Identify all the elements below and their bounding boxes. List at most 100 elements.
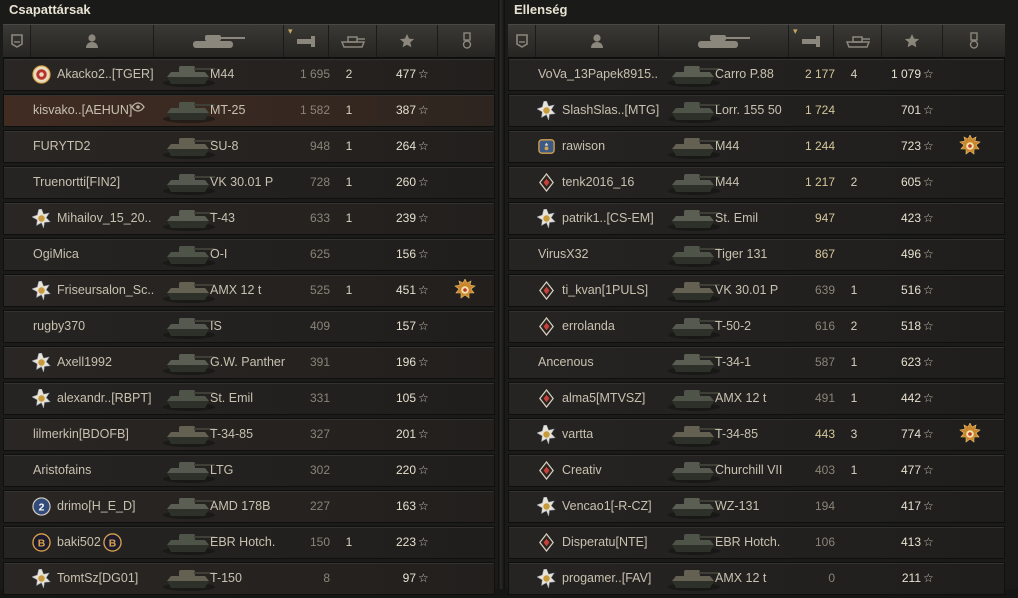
player-name[interactable]: tenk2016_16 (562, 167, 634, 198)
player-name[interactable]: rawison (562, 131, 605, 162)
player-name[interactable]: Mihailov_15_20.. (57, 203, 152, 234)
player-row[interactable]: vartta T-34-85 443 3 774 ☆ (508, 418, 1005, 451)
player-row[interactable]: alexandr..[RBPT] St. Emil 331 105 ☆ (3, 382, 495, 415)
player-name[interactable]: VirusX32 (538, 239, 589, 270)
header-tank-column[interactable] (154, 25, 284, 57)
player-name[interactable]: Vencao1[-R-CZ] (562, 491, 652, 522)
player-badge-icon (537, 280, 556, 301)
player-name[interactable]: progamer..[FAV] (562, 563, 651, 594)
xp-icon (904, 33, 920, 49)
player-name[interactable]: OgiMica (33, 239, 79, 270)
player-row[interactable]: Bbaki502 B EBR Hotch. 150 1 223 ☆ (3, 526, 495, 559)
header-damage-column[interactable]: ▾ (789, 25, 834, 57)
player-name[interactable]: Ancenous (538, 347, 594, 378)
header-tank-column[interactable] (659, 25, 789, 57)
player-name[interactable]: Akacko2..[TGER] (57, 59, 154, 90)
player-row[interactable]: Aristofains LTG 302 220 ☆ (3, 454, 495, 487)
player-name[interactable]: alma5[MTVSZ] (562, 383, 645, 414)
vehicle-tank-icon (666, 565, 722, 592)
player-row[interactable]: rawison M44 1 244 723 ☆ (508, 130, 1005, 163)
vehicle-name: WZ-131 (715, 499, 760, 513)
damage-value: 1 217 (804, 175, 835, 189)
header-damage-column[interactable]: ▾ (284, 25, 329, 57)
header-medal-column[interactable] (438, 25, 496, 57)
player-row[interactable]: Ancenous T-34-1 587 1 623 ☆ (508, 346, 1005, 379)
player-name[interactable]: patrik1..[CS-EM] (562, 203, 654, 234)
player-row[interactable]: Axell1992 G.W. Panther 391 196 ☆ (3, 346, 495, 379)
vehicle-tank-icon (666, 241, 722, 268)
xp-star-icon: ☆ (418, 175, 429, 189)
player-name[interactable]: Disperatu[NTE] (562, 527, 647, 558)
damage-value: 227 (309, 499, 330, 513)
vehicle-tank-icon (666, 529, 722, 556)
player-row[interactable]: ti_kvan[1PULS] VK 30.01 P 639 1 516 ☆ (508, 274, 1005, 307)
vehicle-tank-icon (161, 169, 217, 196)
header-kills-column[interactable] (329, 25, 377, 57)
player-name[interactable]: rugby370 (33, 311, 85, 342)
header-player-column[interactable] (31, 25, 154, 57)
damage-value: 194 (814, 499, 835, 513)
medal-icon[interactable] (959, 134, 981, 157)
player-name[interactable]: errolanda (562, 311, 615, 342)
player-row[interactable]: SlashSlas..[MTG] Lorr. 155 50 1 724 701 ☆ (508, 94, 1005, 127)
player-row[interactable]: tenk2016_16 M44 1 217 2 605 ☆ (508, 166, 1005, 199)
player-name[interactable]: Truenortti[FIN2] (33, 167, 120, 198)
vehicle-name: Carro P.88 (715, 67, 774, 81)
player-name[interactable]: VoVa_13Papek8915.. (538, 59, 658, 90)
vehicle-name: T-34-1 (715, 355, 752, 369)
player-row[interactable]: VoVa_13Papek8915.. Carro P.88 2 177 4 1 079 ☆ (508, 58, 1005, 91)
player-row[interactable]: lilmerkin[BDOFB] T-34-85 327 201 ☆ (3, 418, 495, 451)
player-badge-icon (536, 568, 556, 590)
player-row[interactable]: alma5[MTVSZ] AMX 12 t 491 1 442 ☆ (508, 382, 1005, 415)
player-name[interactable]: SlashSlas..[MTG] (562, 95, 659, 126)
player-name[interactable]: kisvako..[AEHUN] (33, 95, 132, 126)
xp-value: 477 (395, 67, 416, 81)
xp-star-icon: ☆ (418, 283, 429, 297)
player-name[interactable]: Axell1992 (57, 347, 112, 378)
player-name[interactable]: TomtSz[DG01] (57, 563, 138, 594)
player-name[interactable]: lilmerkin[BDOFB] (33, 419, 129, 450)
header-medal-column[interactable] (943, 25, 1006, 57)
header-xp-column[interactable] (377, 25, 438, 57)
player-row[interactable]: OgiMica O-I 625 156 ☆ (3, 238, 495, 271)
player-row[interactable]: TomtSz[DG01] T-150 8 97 ☆ (3, 562, 495, 595)
player-row[interactable]: Mihailov_15_20.. T-43 633 1 239 ☆ (3, 202, 495, 235)
player-row[interactable]: 2 drimo[H_E_D] AMD 178B 227 163 ☆ (3, 490, 495, 523)
player-row[interactable]: Akacko2..[TGER] M44 1 695 2 477 ☆ (3, 58, 495, 91)
player-name[interactable]: Creativ (562, 455, 602, 486)
player-row[interactable]: VirusX32 Tiger 131 867 496 ☆ (508, 238, 1005, 271)
player-name[interactable]: vartta (562, 419, 593, 450)
header-badge-column[interactable] (508, 25, 536, 57)
kills-value (843, 491, 865, 522)
header-xp-column[interactable] (882, 25, 943, 57)
player-name[interactable]: FURYTD2 (33, 131, 90, 162)
player-row[interactable]: rugby370 IS 409 157 ☆ (3, 310, 495, 343)
player-row[interactable]: patrik1..[CS-EM] St. Emil 947 423 ☆ (508, 202, 1005, 235)
header-player-column[interactable] (536, 25, 659, 57)
medal-icon[interactable] (959, 422, 981, 445)
player-row[interactable]: errolanda T-50-2 616 2 518 ☆ (508, 310, 1005, 343)
player-row[interactable]: FURYTD2 SU-8 948 1 264 ☆ (3, 130, 495, 163)
player-icon (590, 33, 604, 49)
player-row[interactable]: Creativ Churchill VII 403 1 477 ☆ (508, 454, 1005, 487)
header-badge-column[interactable] (3, 25, 31, 57)
player-badge-icon (536, 424, 556, 446)
player-row[interactable]: Disperatu[NTE] EBR Hotch. 106 413 ☆ (508, 526, 1005, 559)
player-row[interactable]: kisvako..[AEHUN] MT-25 1 582 1 387 ☆ (3, 94, 495, 127)
player-name[interactable]: Friseursalon_Sc.. (57, 275, 154, 306)
player-row[interactable]: Friseursalon_Sc.. AMX 12 t 525 1 451 ☆ (3, 274, 495, 307)
damage-value: 1 244 (804, 139, 835, 153)
player-name[interactable]: drimo[H_E_D] (57, 491, 136, 522)
medal-icon[interactable] (454, 278, 476, 301)
vehicle-name: EBR Hotch. (715, 535, 781, 549)
player-row[interactable]: Vencao1[-R-CZ] WZ-131 194 417 ☆ (508, 490, 1005, 523)
vehicle-name: M44 (210, 67, 235, 81)
player-row[interactable]: Truenortti[FIN2] VK 30.01 P 728 1 260 ☆ (3, 166, 495, 199)
player-row[interactable]: progamer..[FAV] AMX 12 t 0 211 ☆ (508, 562, 1005, 595)
player-name[interactable]: alexandr..[RBPT] (57, 383, 152, 414)
player-name[interactable]: baki502 (57, 527, 101, 558)
header-kills-column[interactable] (834, 25, 882, 57)
player-name[interactable]: ti_kvan[1PULS] (562, 275, 648, 306)
player-name[interactable]: Aristofains (33, 455, 91, 486)
kills-value (338, 455, 360, 486)
